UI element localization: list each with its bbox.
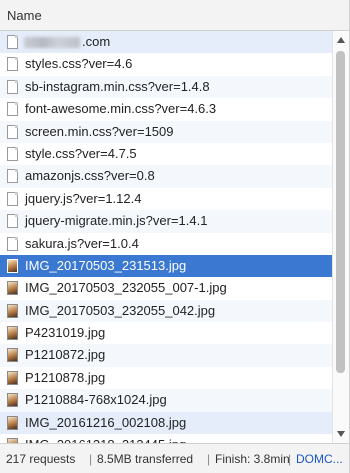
request-row[interactable]: P1210872.jpg [0,344,332,367]
request-name: P1210878.jpg [25,369,106,385]
request-name: IMG_20161216_002108.jpg [25,414,187,430]
request-name: P4231019.jpg [25,325,106,341]
document-file-icon [7,169,18,184]
request-name: styles.css?ver=4.6 [25,56,133,72]
request-name: P1210872.jpg [25,347,106,363]
request-row[interactable]: P1210878.jpg [0,367,332,389]
transferred-size: 8.5MB transferred [97,452,194,466]
request-row[interactable]: amazonjs.css?ver=0.8 [0,165,332,188]
request-row[interactable]: IMG_20170503_231513.jpg [0,254,332,278]
request-row[interactable]: jquery.js?ver=1.12.4 [0,188,332,210]
image-file-icon [7,258,18,273]
request-row[interactable]: sakura.js?ver=1.0.4 [0,233,332,255]
document-file-icon [7,102,18,117]
document-file-icon [7,214,18,229]
image-file-icon [7,326,18,341]
request-row[interactable]: styles.css?ver=4.6 [0,53,332,75]
request-name: sb-instagram.min.css?ver=1.4.8 [25,78,210,94]
request-name: screen.min.css?ver=1509 [25,123,174,139]
request-name: P1210884-768x1024.jpg [25,392,167,408]
column-header-name[interactable]: Name [0,0,349,31]
request-row[interactable]: IMG_20170503_232055_042.jpg [0,299,332,323]
request-row[interactable]: style.css?ver=4.7.5 [0,143,332,165]
document-file-icon [7,79,18,94]
request-row[interactable]: jquery-migrate.min.js?ver=1.4.1 [0,210,332,233]
request-name: .com [82,34,111,49]
request-name: jquery.js?ver=1.12.4 [25,190,142,206]
request-name: IMG_20161218_213445.jpg [25,434,186,443]
request-row[interactable]: sb-instagram.min.css?ver=1.4.8 [0,75,332,99]
request-name: IMG_20170503_232055_007-1.jpg [25,280,227,296]
request-name: IMG_20170503_231513.jpg [25,257,187,273]
request-name: amazonjs.css?ver=0.8 [25,168,155,184]
document-file-icon [7,191,18,206]
status-separator: | [288,452,292,466]
request-row[interactable]: screen.min.css?ver=1509 [0,120,332,143]
status-separator: | [89,452,93,466]
request-row[interactable]: P1210884-768x1024.jpg [0,389,332,412]
image-file-icon [7,370,18,385]
request-name: style.css?ver=4.7.5 [25,145,137,161]
document-file-icon [7,124,18,139]
scroll-down-icon[interactable] [337,431,345,437]
document-file-icon [7,146,18,161]
request-name: jquery-migrate.min.js?ver=1.4.1 [25,213,208,229]
image-file-icon [7,393,18,408]
image-file-icon [7,281,18,296]
request-name: font-awesome.min.css?ver=4.6.3 [25,101,217,117]
status-separator: | [207,452,211,466]
request-row[interactable]: font-awesome.min.css?ver=4.6.3 [0,98,332,120]
scroll-up-icon[interactable] [337,37,345,43]
request-name: sakura.js?ver=1.0.4 [25,235,139,251]
request-row[interactable]: IMG_20161218_213445.jpg [0,434,332,443]
status-bar: 217 requests | 8.5MB transferred | Finis… [0,443,349,473]
finish-time: Finish: 3.8min [215,452,290,466]
request-list: .com styles.css?ver=4.6 sb-instagram.min.c… [0,31,332,443]
image-file-icon [7,348,18,363]
document-file-icon [7,236,18,251]
domcontentloaded-time: DOMC... [296,452,343,466]
request-row[interactable]: IMG_20170503_232055_007-1.jpg [0,277,332,299]
vertical-scrollbar[interactable] [332,31,349,443]
request-count: 217 requests [6,452,76,466]
network-panel: Name .com styles.css?ver=4.6 sb-instagram.… [0,0,350,473]
image-file-icon [7,303,18,318]
request-name: IMG_20170503_232055_042.jpg [25,302,216,318]
request-row[interactable]: P4231019.jpg [0,322,332,344]
image-file-icon [7,415,18,430]
scroll-thumb[interactable] [336,51,345,373]
redacted-domain [24,37,80,48]
column-header-label: Name [7,8,42,23]
document-file-icon [7,57,18,72]
request-row[interactable]: .com [0,31,332,54]
request-row[interactable]: IMG_20161216_002108.jpg [0,411,332,435]
document-file-icon [7,35,18,49]
